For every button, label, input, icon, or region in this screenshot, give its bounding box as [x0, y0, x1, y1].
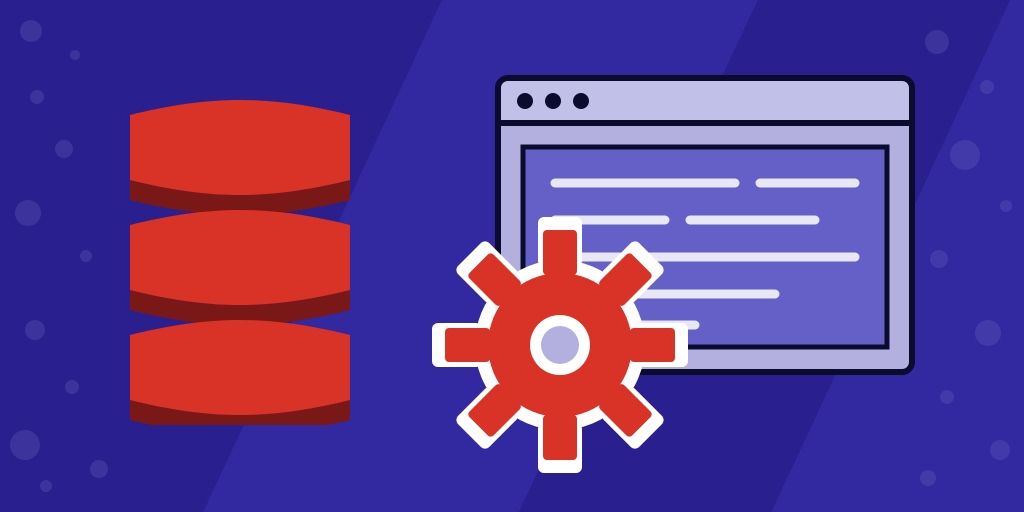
scala-logo-icon — [120, 85, 360, 425]
gear-icon — [430, 215, 690, 475]
